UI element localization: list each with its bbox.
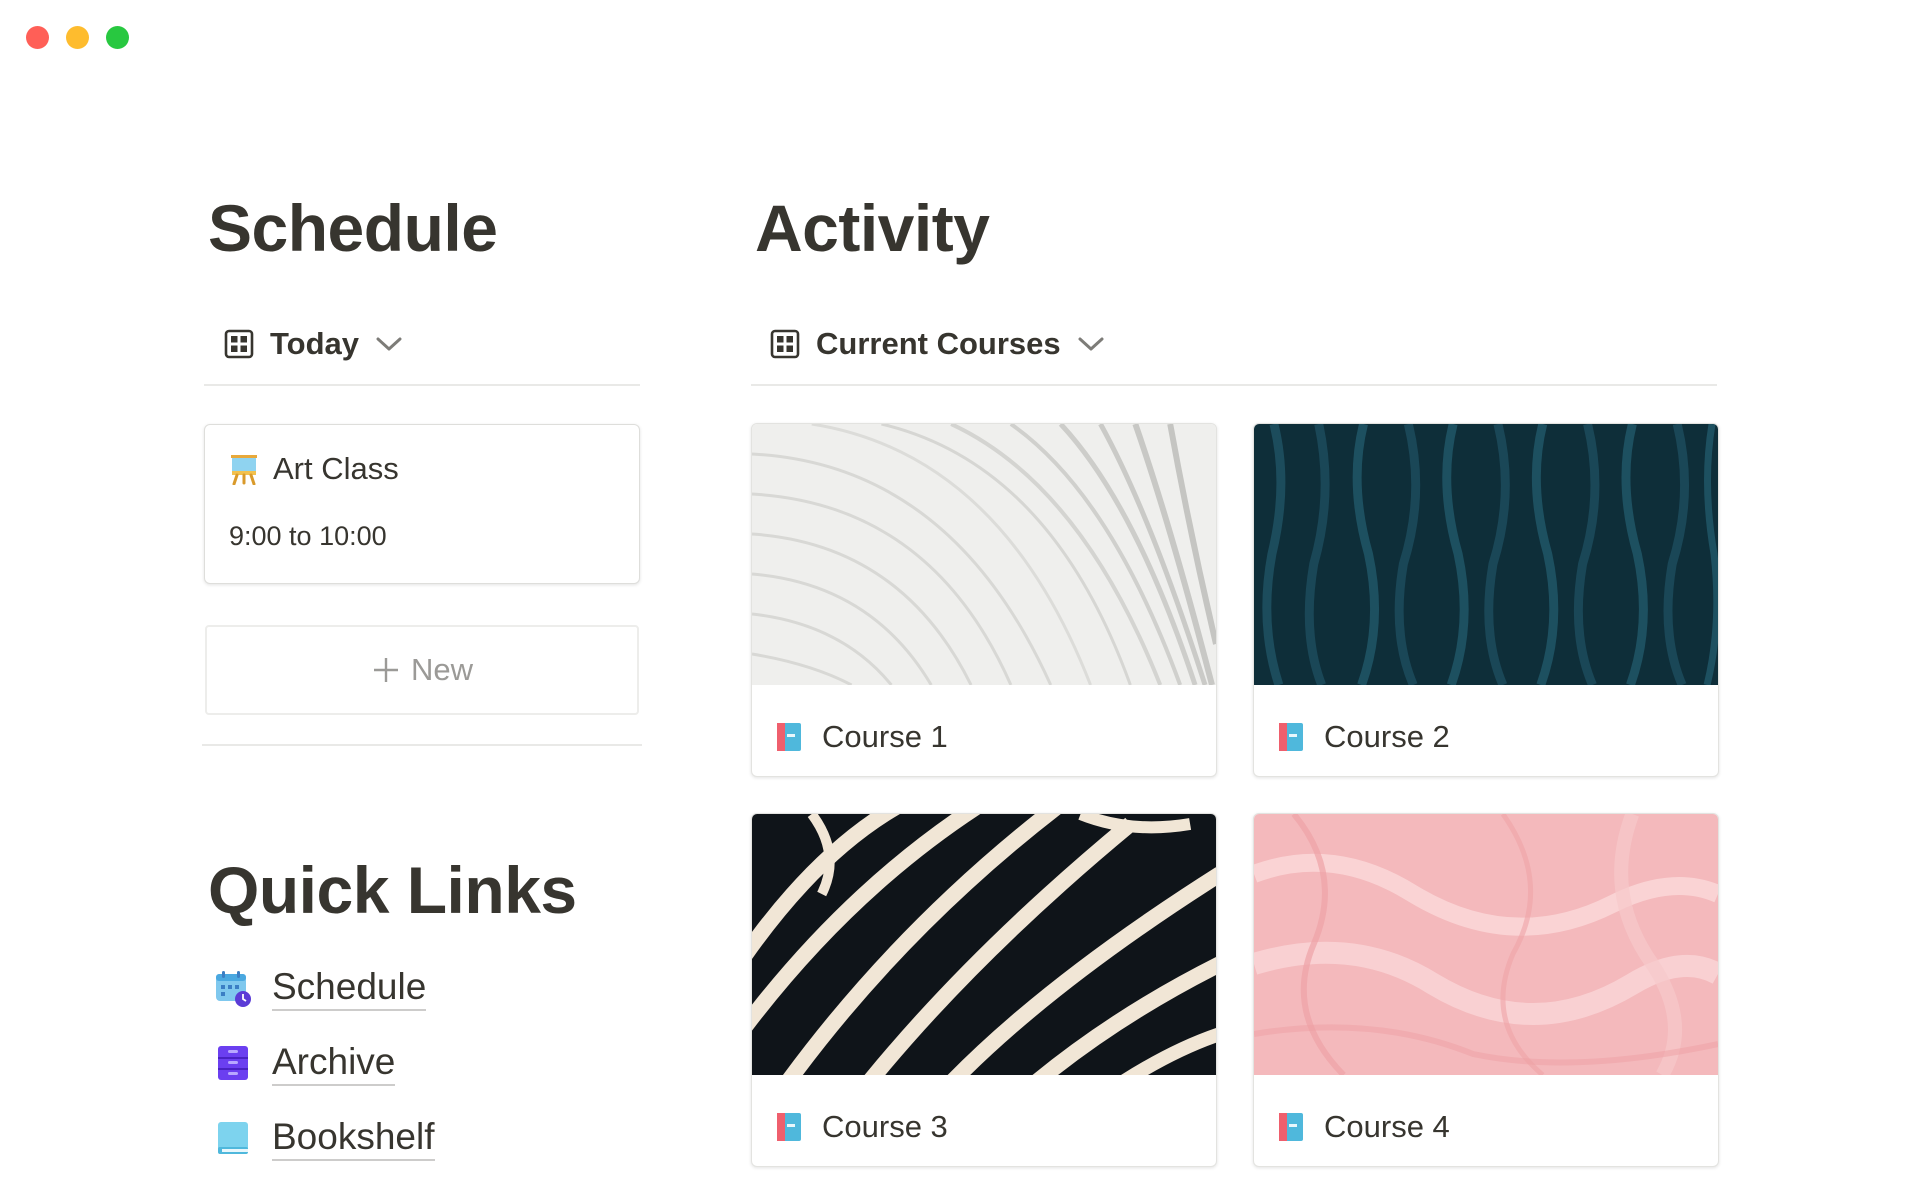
event-title-row: Art Class	[229, 451, 399, 487]
book-icon	[1279, 723, 1303, 751]
quick-link-label: Schedule	[272, 966, 427, 1011]
book-icon	[1279, 1113, 1303, 1141]
quick-link-bookshelf[interactable]: Bookshelf	[214, 1116, 435, 1161]
quick-link-label: Bookshelf	[272, 1116, 435, 1161]
course-name: Course 3	[822, 1109, 948, 1144]
activity-view-selector[interactable]: Current Courses	[770, 324, 1105, 364]
maximize-window-button[interactable]	[106, 26, 129, 49]
course-name-row: Course 2	[1278, 719, 1450, 755]
book-icon	[777, 1113, 801, 1141]
course-card-3[interactable]: Course 3	[751, 813, 1217, 1167]
new-event-button[interactable]: New	[205, 625, 639, 715]
course-name: Course 1	[822, 719, 948, 754]
book-icon	[777, 723, 801, 751]
course-name-row: Course 4	[1278, 1109, 1450, 1145]
new-event-label: New	[410, 652, 473, 687]
window-controls	[26, 26, 129, 49]
course-card-1[interactable]: Course 1	[751, 423, 1217, 777]
course-name-row: Course 3	[776, 1109, 948, 1145]
schedule-bottom-divider	[202, 744, 642, 746]
minimize-window-button[interactable]	[66, 26, 89, 49]
easel-icon	[231, 455, 257, 485]
course-name-row: Course 1	[776, 719, 948, 755]
quick-link-archive[interactable]: Archive	[214, 1041, 396, 1086]
schedule-heading: Schedule	[208, 191, 498, 265]
chevron-down-icon	[1078, 337, 1104, 351]
schedule-view-label: Today	[270, 326, 359, 361]
table-icon	[770, 329, 800, 359]
activity-view-label: Current Courses	[816, 326, 1061, 361]
course-card-2[interactable]: Course 2	[1253, 423, 1719, 777]
course-cover-image	[752, 814, 1216, 1075]
activity-heading: Activity	[755, 191, 990, 265]
event-title: Art Class	[273, 451, 399, 486]
event-card[interactable]: Art Class 9:00 to 10:00	[204, 424, 640, 584]
table-icon	[224, 329, 254, 359]
calendar-icon	[216, 971, 251, 1008]
schedule-view-selector[interactable]: Today	[224, 324, 403, 364]
plus-icon	[373, 658, 398, 682]
course-name: Course 4	[1324, 1109, 1450, 1144]
event-time: 9:00 to 10:00	[229, 521, 387, 551]
course-cover-image	[1254, 424, 1718, 685]
schedule-view-divider	[204, 384, 640, 386]
activity-view-divider	[751, 384, 1717, 386]
quick-link-schedule[interactable]: Schedule	[214, 966, 427, 1011]
cabinet-icon	[218, 1046, 248, 1081]
chevron-down-icon	[376, 337, 402, 351]
close-window-button[interactable]	[26, 26, 49, 49]
quick-link-label: Archive	[272, 1041, 396, 1086]
book-icon	[218, 1122, 248, 1155]
course-cover-image	[752, 424, 1216, 685]
course-card-4[interactable]: Course 4	[1253, 813, 1719, 1167]
quick-links-heading: Quick Links	[208, 853, 577, 927]
course-cover-image	[1254, 814, 1718, 1075]
course-name: Course 2	[1324, 719, 1450, 754]
